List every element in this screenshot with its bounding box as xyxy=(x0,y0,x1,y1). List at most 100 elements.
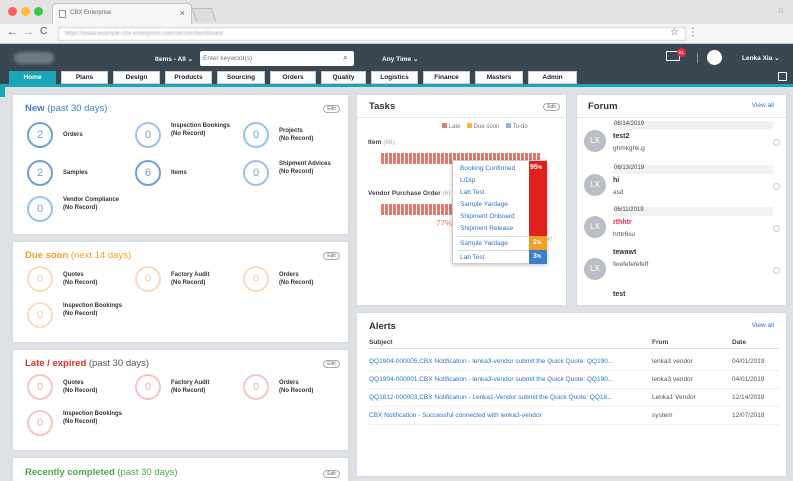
tasks-edit-button[interactable]: Edit xyxy=(543,103,560,111)
post-title[interactable]: hi xyxy=(613,177,619,184)
count-circle[interactable]: 0 xyxy=(243,122,269,148)
count-circle[interactable]: 0 xyxy=(27,374,53,400)
alert-row[interactable]: QQ1904-000005,CBX Notification - lenka3-… xyxy=(369,353,779,371)
tab-masters[interactable]: Masters xyxy=(475,71,523,84)
forward-icon[interactable]: → xyxy=(23,26,34,38)
time-filter-dropdown[interactable]: Any Time ⌄ xyxy=(382,55,418,63)
item-label[interactable]: Inspection Bookings (No Record) xyxy=(171,122,241,138)
post-action-icon[interactable] xyxy=(773,225,780,232)
count-circle[interactable]: 2 xyxy=(27,160,53,186)
due-soon-edit-button[interactable]: Edit xyxy=(323,252,340,260)
bookmark-star-icon[interactable]: ☆ xyxy=(670,27,679,38)
search-icon[interactable]: ⌕ xyxy=(343,52,348,63)
popup-item[interactable]: Lab Test xyxy=(460,188,484,198)
alerts-card: Alerts View all Subject From Date QQ1904… xyxy=(356,312,787,477)
alert-subject-link[interactable]: QQ1812-000003,CBX Notification - Lenka1-… xyxy=(369,389,644,407)
tab-admin[interactable]: Admin xyxy=(528,71,577,84)
item-label[interactable]: Orders (No Record) xyxy=(279,379,349,395)
item-note: (No Record) xyxy=(63,419,98,425)
count-circle[interactable]: 0 xyxy=(243,374,269,400)
tab-sourcing[interactable]: Sourcing xyxy=(217,71,265,84)
tab-design[interactable]: Design xyxy=(113,71,160,84)
popup-item[interactable]: Booking Confirmed xyxy=(460,164,515,174)
recently-completed-edit-button[interactable]: Edit xyxy=(323,470,340,478)
item-label[interactable]: Shipment Advices (No Record) xyxy=(279,160,349,176)
count-circle[interactable]: 6 xyxy=(135,160,161,186)
count-circle[interactable]: 0 xyxy=(243,160,269,186)
alert-subject-link[interactable]: CBX Notification - Successful connected … xyxy=(369,407,644,425)
alerts-view-all-link[interactable]: View all xyxy=(752,322,774,329)
forum-view-all-link[interactable]: View all xyxy=(752,102,774,109)
count-circle[interactable]: 0 xyxy=(243,266,269,292)
count-circle[interactable]: 0 xyxy=(135,374,161,400)
item-label[interactable]: Factory Audit (No Record) xyxy=(171,271,241,287)
alert-row[interactable]: QQ1904-000001,CBX Notification - lenka3-… xyxy=(369,371,779,389)
count-circle[interactable]: 2 xyxy=(27,122,53,148)
popup-item[interactable]: Sample Yardage xyxy=(460,200,508,210)
popup-item[interactable]: L/Dip xyxy=(460,176,475,186)
item-label[interactable]: Quotes (No Record) xyxy=(63,379,133,395)
post-action-icon[interactable] xyxy=(773,267,780,274)
tab-home[interactable]: Home xyxy=(9,71,56,84)
alert-row[interactable]: CBX Notification - Successful connected … xyxy=(369,407,779,425)
tab-quality[interactable]: Quality xyxy=(321,71,366,84)
post-action-icon[interactable] xyxy=(773,139,780,146)
tab-close-icon[interactable]: × xyxy=(180,8,185,18)
item-label[interactable]: Items xyxy=(171,169,241,177)
item-label[interactable]: Inspection Bookings (No Record) xyxy=(63,302,133,318)
popup-item[interactable]: Sample Yardage xyxy=(460,239,508,249)
post-title[interactable]: test2 xyxy=(613,133,629,140)
late-edit-button[interactable]: Edit xyxy=(323,360,340,368)
zoom-window-button[interactable] xyxy=(34,7,43,16)
alert-subject-link[interactable]: QQ1904-000005,CBX Notification - lenka3-… xyxy=(369,353,644,371)
post-title[interactable]: rthhtr xyxy=(613,219,632,226)
popup-late-percent: 95% xyxy=(530,164,543,171)
tab-plans[interactable]: Plans xyxy=(61,71,108,84)
browser-tab[interactable]: CBX Enterprise × xyxy=(52,3,192,24)
user-menu[interactable]: Lenka Xia ⌄ xyxy=(742,54,780,62)
post-action-icon[interactable] xyxy=(773,183,780,190)
alert-row[interactable]: QQ1812-000003,CBX Notification - Lenka1-… xyxy=(369,389,779,407)
item-label[interactable]: Inspection Bookings (No Record) xyxy=(63,410,133,426)
count-circle[interactable]: 0 xyxy=(135,266,161,292)
alert-subject-link[interactable]: QQ1904-000001,CBX Notification - lenka3-… xyxy=(369,371,644,389)
item-label[interactable]: Quotes (No Record) xyxy=(63,271,133,287)
search-box[interactable]: ⌕ xyxy=(200,51,354,66)
count-circle[interactable]: 0 xyxy=(27,266,53,292)
tab-logistics[interactable]: Logistics xyxy=(371,71,418,84)
tab-finance[interactable]: Finance xyxy=(423,71,470,84)
count-circle[interactable]: 0 xyxy=(27,302,53,328)
item-name: Quotes xyxy=(63,272,84,278)
legend-late-swatch xyxy=(442,123,447,128)
items-filter-dropdown[interactable]: Items - All ⌄ xyxy=(155,55,193,63)
back-icon[interactable]: ← xyxy=(7,26,18,38)
reload-icon[interactable]: C xyxy=(40,26,47,37)
count-circle[interactable]: 0 xyxy=(27,196,53,222)
count-circle[interactable]: 0 xyxy=(27,410,53,436)
new-card-edit-button[interactable]: Edit xyxy=(323,105,340,113)
print-icon[interactable] xyxy=(778,72,787,81)
post-title[interactable]: tewawt xyxy=(613,249,636,256)
count-circle[interactable]: 0 xyxy=(135,122,161,148)
item-label[interactable]: Projects (No Record) xyxy=(279,127,349,143)
item-label[interactable]: Factory Audit (No Record) xyxy=(171,379,241,395)
close-window-button[interactable] xyxy=(8,7,17,16)
item-label[interactable]: Samples xyxy=(63,169,133,177)
side-expand-handle[interactable] xyxy=(0,87,5,97)
popup-item[interactable]: Shipment Onboard xyxy=(460,212,515,222)
browser-menu-icon[interactable]: ⋮ xyxy=(688,27,698,38)
minimize-window-button[interactable] xyxy=(21,7,30,16)
item-label[interactable]: Orders (No Record) xyxy=(279,271,349,287)
window-menu-icon[interactable]: ⁝⁝⁝ xyxy=(778,6,784,15)
popup-item[interactable]: Lab Test xyxy=(460,253,484,263)
url-field[interactable]: https://www.example-cbx-enterprise.com/s… xyxy=(58,27,686,41)
search-input[interactable] xyxy=(203,53,331,64)
tab-orders[interactable]: Orders xyxy=(270,71,316,84)
item-label[interactable]: Vendor Compliance (No Record) xyxy=(63,196,133,212)
tab-products[interactable]: Products xyxy=(165,71,212,84)
popup-item[interactable]: Shipment Release xyxy=(460,224,513,234)
new-tab-button[interactable] xyxy=(191,8,217,22)
user-avatar-icon[interactable] xyxy=(707,50,722,65)
item-label[interactable]: Orders xyxy=(63,131,133,139)
post-title[interactable]: test xyxy=(613,291,625,298)
